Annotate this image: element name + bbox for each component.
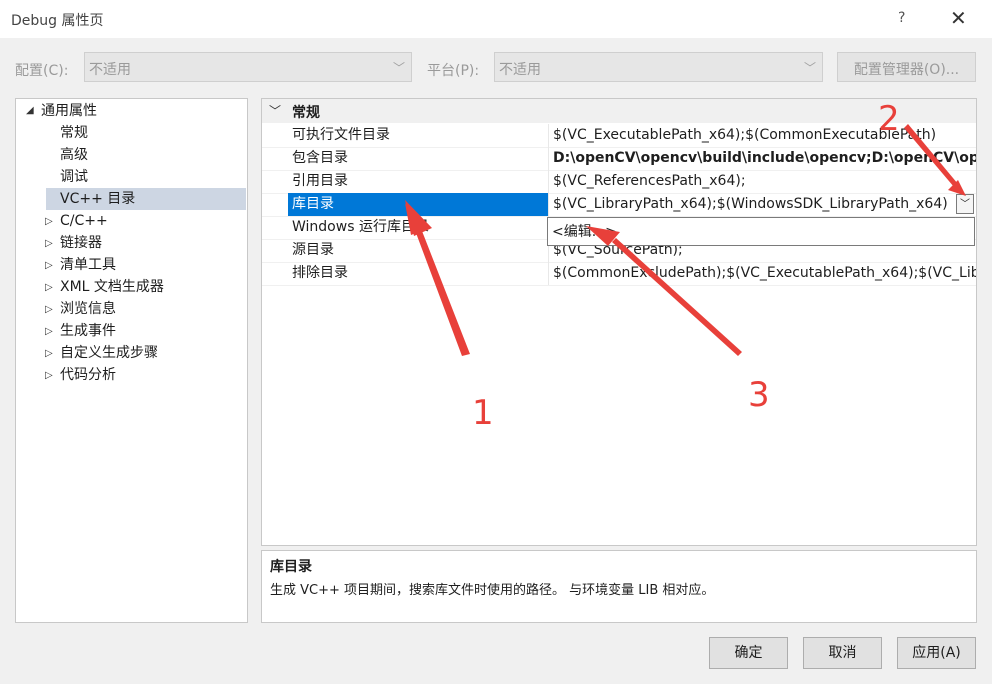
annotation-label-3: 3: [748, 375, 770, 415]
annotation-overlay: 1 2 3: [405, 99, 966, 433]
annotation-label-1: 1: [472, 393, 494, 433]
annotation-label-2: 2: [878, 99, 900, 139]
arrow-3: [612, 238, 742, 356]
arrow-2: [904, 124, 958, 187]
